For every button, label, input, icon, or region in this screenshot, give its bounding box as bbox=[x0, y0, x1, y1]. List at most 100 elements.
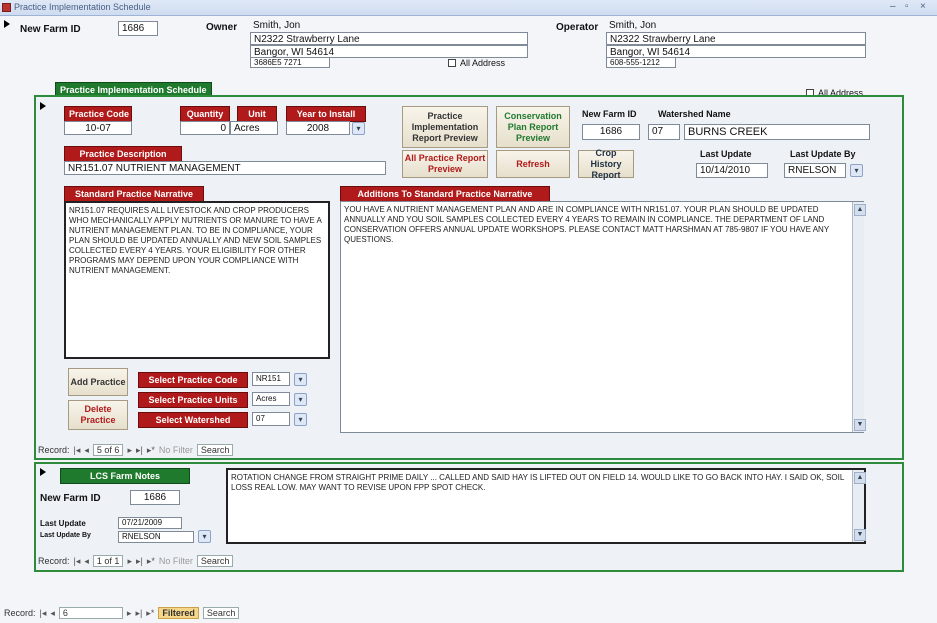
owner-address1-field[interactable]: N2322 Strawberry Lane bbox=[250, 32, 528, 45]
watershed-name-label: Watershed Name bbox=[658, 109, 731, 119]
lcs-farm-id-field[interactable]: 1686 bbox=[130, 490, 180, 505]
operator-phone-field[interactable]: 608-555-1212 bbox=[606, 57, 676, 68]
next-record-icon[interactable]: ▸ bbox=[127, 608, 132, 619]
refresh-button[interactable]: Refresh bbox=[496, 150, 570, 178]
first-record-icon[interactable]: |◂ bbox=[40, 608, 47, 619]
owner-label: Owner bbox=[206, 22, 238, 33]
select-practice-code-label: Select Practice Code bbox=[138, 372, 248, 388]
select-practice-units-label: Select Practice Units bbox=[138, 392, 248, 408]
delete-practice-button[interactable]: Delete Practice bbox=[68, 400, 128, 430]
additions-narrative-label: Additions To Standard Practice Narrative bbox=[340, 186, 550, 202]
unit-field[interactable]: Acres bbox=[230, 121, 278, 135]
lcs-notes-scrollbar[interactable]: ▲ ▼ bbox=[852, 470, 866, 542]
practice-description-label: Practice Description bbox=[64, 146, 182, 162]
record-navigator-practice: Record: |◂ ◂ 5 of 6 ▸ ▸| ▸* No Filter Se… bbox=[38, 444, 234, 456]
select-practice-code-field[interactable]: NR151 bbox=[252, 372, 290, 386]
next-record-icon[interactable]: ▸ bbox=[127, 445, 132, 456]
no-filter-button[interactable]: No Filter bbox=[159, 556, 193, 566]
all-practice-report-button[interactable]: All Practice Report Preview bbox=[402, 150, 488, 178]
restore-button[interactable]: ▫ bbox=[905, 1, 909, 12]
record-position-field[interactable]: 5 of 6 bbox=[92, 444, 124, 456]
quantity-field[interactable]: 0 bbox=[180, 121, 230, 135]
unit-label: Unit bbox=[237, 106, 277, 122]
new-record-icon[interactable]: ▸* bbox=[147, 556, 155, 567]
close-button[interactable]: × bbox=[920, 1, 926, 12]
additions-scrollbar[interactable]: ▲ ▼ bbox=[852, 202, 866, 432]
crop-history-report-button[interactable]: Crop History Report bbox=[578, 148, 634, 180]
record-position-field[interactable]: 6 bbox=[58, 607, 123, 619]
practice-record-selector-icon[interactable] bbox=[38, 100, 48, 114]
minimize-button[interactable]: – bbox=[890, 1, 896, 12]
last-record-icon[interactable]: ▸| bbox=[136, 445, 143, 456]
last-update-by-field[interactable]: RNELSON bbox=[784, 163, 846, 178]
prev-record-icon[interactable]: ◂ bbox=[84, 556, 89, 567]
next-record-icon[interactable]: ▸ bbox=[127, 556, 132, 567]
new-farm-id-label: New Farm ID bbox=[20, 24, 81, 35]
record-label: Record: bbox=[4, 608, 36, 618]
watershed-code-field[interactable]: 07 bbox=[648, 124, 680, 140]
lcs-farm-notes-title: LCS Farm Notes bbox=[60, 468, 190, 484]
operator-label: Operator bbox=[556, 22, 599, 33]
select-units-dropdown-icon[interactable]: ▾ bbox=[294, 393, 307, 406]
additions-narrative-text[interactable]: YOU HAVE A NUTRIENT MANAGEMENT PLAN AND … bbox=[340, 201, 864, 433]
first-record-icon[interactable]: |◂ bbox=[74, 556, 81, 567]
record-label: Record: bbox=[38, 445, 70, 455]
quantity-label: Quantity bbox=[180, 106, 230, 122]
select-watershed-field[interactable]: 07 bbox=[252, 412, 290, 426]
window-title: Practice Implementation Schedule bbox=[14, 2, 151, 12]
new-farm-id-field[interactable]: 1686 bbox=[118, 21, 158, 36]
prev-record-icon[interactable]: ◂ bbox=[50, 608, 55, 619]
year-dropdown-icon[interactable]: ▾ bbox=[352, 122, 365, 135]
add-practice-button[interactable]: Add Practice bbox=[68, 368, 128, 396]
conservation-plan-report-button[interactable]: Conservation Plan Report Preview bbox=[496, 106, 570, 148]
select-practice-units-field[interactable]: Acres bbox=[252, 392, 290, 406]
last-update-label: Last Update bbox=[700, 149, 752, 159]
select-code-dropdown-icon[interactable]: ▾ bbox=[294, 373, 307, 386]
standard-narrative-text[interactable]: NR151.07 REQUIRES ALL LIVESTOCK AND CROP… bbox=[64, 201, 330, 359]
first-record-icon[interactable]: |◂ bbox=[74, 445, 81, 456]
record-navigator-main: Record: |◂ ◂ 6 ▸ ▸| ▸* Filtered Search bbox=[4, 607, 240, 619]
farm-id-label: New Farm ID bbox=[582, 109, 637, 119]
filtered-button[interactable]: Filtered bbox=[158, 607, 199, 619]
watershed-name-field[interactable]: BURNS CREEK bbox=[684, 124, 870, 140]
lcs-last-update-field[interactable]: 07/21/2009 bbox=[118, 517, 182, 529]
operator-name-field[interactable]: Smith, Jon bbox=[606, 19, 866, 32]
owner-name-field[interactable]: Smith, Jon bbox=[250, 19, 528, 32]
lcs-farm-id-label: New Farm ID bbox=[40, 493, 101, 504]
scroll-down-icon[interactable]: ▼ bbox=[854, 419, 866, 431]
practice-description-field[interactable]: NR151.07 NUTRIENT MANAGEMENT bbox=[64, 161, 386, 175]
search-field[interactable]: Search bbox=[196, 444, 234, 456]
record-label: Record: bbox=[38, 556, 70, 566]
select-watershed-dropdown-icon[interactable]: ▾ bbox=[294, 413, 307, 426]
standard-narrative-label: Standard Practice Narrative bbox=[64, 186, 204, 202]
access-app-icon bbox=[2, 3, 11, 12]
lcs-scroll-up-icon[interactable]: ▲ bbox=[854, 472, 866, 484]
last-update-field[interactable]: 10/14/2010 bbox=[696, 163, 768, 178]
new-record-icon[interactable]: ▸* bbox=[146, 608, 154, 619]
last-update-by-dropdown-icon[interactable]: ▾ bbox=[850, 164, 863, 177]
owner-all-address-checkbox[interactable] bbox=[448, 59, 456, 67]
no-filter-button[interactable]: No Filter bbox=[159, 445, 193, 455]
last-record-icon[interactable]: ▸| bbox=[136, 556, 143, 567]
scroll-up-icon[interactable]: ▲ bbox=[854, 204, 866, 216]
lcs-last-update-by-field[interactable]: RNELSON bbox=[118, 531, 194, 543]
last-record-icon[interactable]: ▸| bbox=[135, 608, 142, 619]
prev-record-icon[interactable]: ◂ bbox=[84, 445, 89, 456]
year-to-install-field[interactable]: 2008 bbox=[286, 121, 350, 135]
practice-implementation-report-button[interactable]: Practice Implementation Report Preview bbox=[402, 106, 488, 148]
lcs-last-update-by-dropdown-icon[interactable]: ▾ bbox=[198, 530, 211, 543]
new-record-icon[interactable]: ▸* bbox=[147, 445, 155, 456]
lcs-last-update-by-label: Last Update By bbox=[40, 532, 91, 539]
record-position-field[interactable]: 1 of 1 bbox=[92, 555, 124, 567]
farm-id-field[interactable]: 1686 bbox=[582, 124, 640, 140]
practice-code-field[interactable]: 10-07 bbox=[64, 121, 132, 135]
owner-phone-field[interactable]: 3686E5 7271 bbox=[250, 57, 330, 68]
record-selector-icon[interactable] bbox=[2, 18, 12, 32]
lcs-notes-text[interactable]: ROTATION CHANGE FROM STRAIGHT PRIME DAIL… bbox=[226, 468, 866, 544]
search-field[interactable]: Search bbox=[202, 607, 240, 619]
lcs-scroll-down-icon[interactable]: ▼ bbox=[854, 529, 866, 541]
operator-address1-field[interactable]: N2322 Strawberry Lane bbox=[606, 32, 866, 45]
lcs-record-selector-icon[interactable] bbox=[38, 466, 48, 480]
record-navigator-lcs: Record: |◂ ◂ 1 of 1 ▸ ▸| ▸* No Filter Se… bbox=[38, 555, 234, 567]
search-field[interactable]: Search bbox=[196, 555, 234, 567]
